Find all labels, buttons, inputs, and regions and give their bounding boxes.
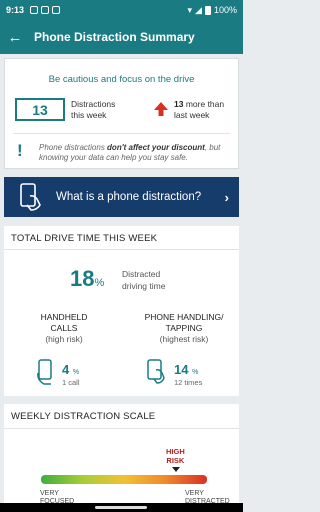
category-label-line: PHONE HANDLING/ [144,312,224,322]
arrow-up-icon [154,102,168,116]
percent-sign: % [192,369,199,376]
banner-label: What is a phone distraction? [56,191,202,203]
distractions-label: Distractions this week [71,99,115,121]
distractions-label-line: this week [71,110,107,120]
risk-label: (high risk) [45,334,83,344]
distracted-percent-value: 18 [70,266,95,291]
phone-handling-label: PHONE HANDLING/ TAPPING (highest risk) [132,312,236,345]
tapping-percent-value: 14 [174,362,189,377]
tapping-percent: 14 % [174,362,198,377]
section-title: WEEKLY DISTRACTION SCALE [11,411,156,422]
status-time: 9:13 [6,5,25,15]
category-label-line: TAPPING [165,323,203,333]
home-gesture-handle[interactable] [95,506,147,509]
handheld-count: 1 call [62,378,80,387]
change-value: 13 [174,99,184,109]
tapping-count: 12 times [174,378,203,387]
change-label-line: last week [174,110,210,120]
scale-label-line: VERY [40,490,59,497]
phone-distraction-info-button[interactable]: What is a phone distraction? › [4,177,239,217]
distractions-label-line: Distractions [71,99,116,109]
signal-icon: ◢ [195,4,202,15]
high-risk-label: HIGH RISK [166,447,185,465]
battery-percent: 100% [213,5,237,15]
divider [4,428,239,429]
distracted-percent: 18% [70,266,104,292]
battery-icon [204,5,211,15]
marker-label-line: HIGH [166,447,185,456]
drive-time-card: TOTAL DRIVE TIME THIS WEEK 18% Distracte… [4,226,239,396]
notification-icon [30,6,39,14]
distracted-label-line: driving time [122,281,166,291]
handheld-calls-label: HANDHELD CALLS (high risk) [24,312,104,345]
note-text: Phone distractions [39,143,108,152]
summary-heading: Be cautious and focus on the drive [48,74,195,85]
divider [4,249,239,250]
handheld-percent-value: 4 [62,362,70,377]
phone-tap-icon [147,359,165,384]
notification-icon [41,6,50,14]
note-bold-text: don't affect your discount [107,143,205,152]
arrow-left-icon[interactable]: ← [0,29,30,46]
app-bar: ← Phone Distraction Summary [0,20,243,54]
chevron-right-icon: › [224,189,229,205]
distraction-scale-bar [41,475,207,484]
distractions-count: 13 [15,98,65,121]
percent-sign: % [72,369,80,376]
distracted-label: Distracted driving time [122,268,165,292]
phone-call-icon [37,359,52,385]
percent-sign: % [94,277,105,289]
discount-note: Phone distractions don't affect your dis… [39,143,235,163]
wifi-icon: ▾ [187,4,193,15]
risk-label: (highest risk) [159,334,209,344]
section-title: TOTAL DRIVE TIME THIS WEEK [11,233,158,244]
exclamation-icon: ! [17,141,23,160]
summary-card: Be cautious and focus on the drive 13 Di… [4,58,239,169]
category-label-line: HANDHELD [40,312,88,322]
scale-marker-icon [172,467,180,472]
divider [13,133,230,134]
change-label: 13 more than last week [174,99,224,121]
change-label-line: more than [185,99,225,109]
status-bar: 9:13 ▾ ◢ 100% [0,0,243,20]
distraction-scale-card: WEEKLY DISTRACTION SCALE HIGH RISK VERY … [4,404,239,512]
scale-label-line: VERY [185,490,204,497]
hand-phone-icon [20,183,41,211]
handheld-percent: 4 % [62,362,79,377]
marker-label-line: RISK [166,456,185,465]
page-title: Phone Distraction Summary [34,30,195,44]
notification-icon [52,6,61,14]
system-nav-bar [0,503,243,512]
distracted-label-line: Distracted [122,269,161,279]
category-label-line: CALLS [50,323,78,333]
